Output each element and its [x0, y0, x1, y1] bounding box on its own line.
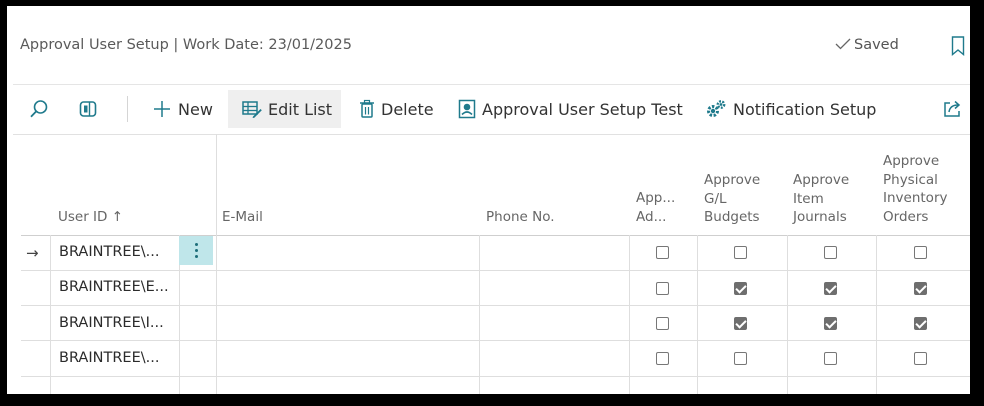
dot [195, 249, 198, 252]
approve-gl-budgets-checkbox[interactable] [734, 246, 747, 259]
dot [195, 255, 198, 258]
dot [195, 243, 198, 246]
approval-user-setup-test-label: Approval User Setup Test [482, 99, 683, 119]
delete-label: Delete [381, 99, 434, 119]
column-header-line: Item [793, 190, 824, 207]
approve-item-journals-checkbox[interactable] [824, 352, 837, 365]
approve-item-journals-checkbox[interactable] [824, 246, 837, 259]
column-header-line: Inventory [883, 190, 948, 206]
column-header-approve-gl-budgets[interactable]: Approve G/L Budgets [704, 171, 760, 227]
user-id-cell[interactable]: BRAINTREE\... [59, 350, 159, 366]
layout-button[interactable] [78, 90, 98, 128]
current-row-indicator: → [26, 244, 39, 262]
column-divider [876, 235, 877, 394]
approve-gl-budgets-checkbox[interactable] [734, 317, 747, 330]
plus-icon [152, 99, 172, 119]
edit-list-button[interactable]: Edit List [228, 90, 341, 128]
saved-status: Saved [835, 37, 899, 53]
column-header-line: Approve [704, 172, 761, 188]
column-header-phone[interactable]: Phone No. [486, 208, 555, 227]
app-admin-checkbox[interactable] [656, 246, 669, 259]
row-divider [21, 270, 970, 271]
column-divider [479, 235, 480, 394]
column-divider [216, 134, 217, 394]
column-header-line: Orders [883, 208, 929, 225]
app-admin-checkbox[interactable] [656, 317, 669, 330]
app-admin-checkbox[interactable] [656, 282, 669, 295]
notification-setup-label: Notification Setup [733, 99, 877, 119]
column-header-line: Approve [793, 172, 850, 188]
column-header-user-id[interactable]: User ID ↑ [58, 208, 123, 227]
column-header-email[interactable]: E-Mail [222, 208, 263, 227]
layout-icon [78, 99, 98, 119]
user-id-cell[interactable]: BRAINTREE\... [59, 244, 159, 260]
user-id-cell[interactable]: BRAINTREE\E... [59, 279, 169, 295]
delete-button[interactable]: Delete [359, 90, 434, 128]
row-actions-button[interactable] [179, 236, 213, 265]
column-divider [629, 235, 630, 394]
search-button[interactable] [29, 90, 49, 128]
column-header-line: App... [636, 190, 676, 206]
column-header-approve-physical-inventory-orders[interactable]: Approve Physical Inventory Orders [883, 152, 947, 226]
approve-gl-budgets-checkbox[interactable] [734, 282, 747, 295]
edit-list-icon [242, 100, 262, 118]
header-row-divider [21, 235, 970, 236]
column-header-line: Ad... [636, 208, 667, 225]
column-divider [50, 235, 51, 394]
approve-gl-budgets-checkbox[interactable] [734, 352, 747, 365]
bookmark-icon[interactable] [951, 36, 965, 56]
column-header-line: G/L [704, 190, 727, 207]
column-header-line: Approve [883, 153, 940, 169]
saved-label: Saved [854, 37, 899, 53]
row-divider [21, 340, 970, 341]
column-header-line: Journals [793, 209, 847, 225]
column-divider [787, 235, 788, 394]
column-header-approve-item-journals[interactable]: Approve Item Journals [793, 171, 849, 227]
column-header-line: Budgets [704, 209, 760, 225]
trash-icon [359, 99, 375, 119]
user-id-cell[interactable]: BRAINTREE\I... [59, 315, 164, 331]
approve-physical-inventory-orders-checkbox[interactable] [914, 282, 927, 295]
checkmark-icon [835, 38, 851, 50]
approve-physical-inventory-orders-checkbox[interactable] [914, 246, 927, 259]
row-divider [21, 376, 970, 377]
column-header-line: Physical [883, 171, 938, 188]
app-admin-checkbox[interactable] [656, 352, 669, 365]
approve-item-journals-checkbox[interactable] [824, 282, 837, 295]
notification-setup-button[interactable]: Notification Setup [705, 90, 876, 128]
row-divider [21, 305, 970, 306]
gears-icon [705, 99, 727, 119]
approval-user-setup-test-button[interactable]: Approval User Setup Test [458, 90, 683, 128]
approve-physical-inventory-orders-checkbox[interactable] [914, 317, 927, 330]
column-header-app-admin[interactable]: App... Ad... [636, 189, 675, 226]
edit-list-label: Edit List [268, 99, 333, 119]
new-label: New [178, 99, 213, 119]
header-divider [13, 84, 970, 85]
column-divider [697, 235, 698, 394]
toolbar-divider [13, 134, 970, 135]
page: Approval User Setup | Work Date: 23/01/2… [7, 6, 970, 394]
approve-item-journals-checkbox[interactable] [824, 317, 837, 330]
page-title: Approval User Setup | Work Date: 23/01/2… [20, 37, 352, 53]
share-button[interactable] [942, 90, 964, 128]
window-frame: Approval User Setup | Work Date: 23/01/2… [0, 0, 984, 406]
report-icon [458, 99, 476, 119]
toolbar-separator [127, 96, 128, 122]
share-icon [942, 99, 964, 119]
new-button[interactable]: New [152, 90, 213, 128]
approve-physical-inventory-orders-checkbox[interactable] [914, 352, 927, 365]
search-icon [29, 99, 49, 119]
